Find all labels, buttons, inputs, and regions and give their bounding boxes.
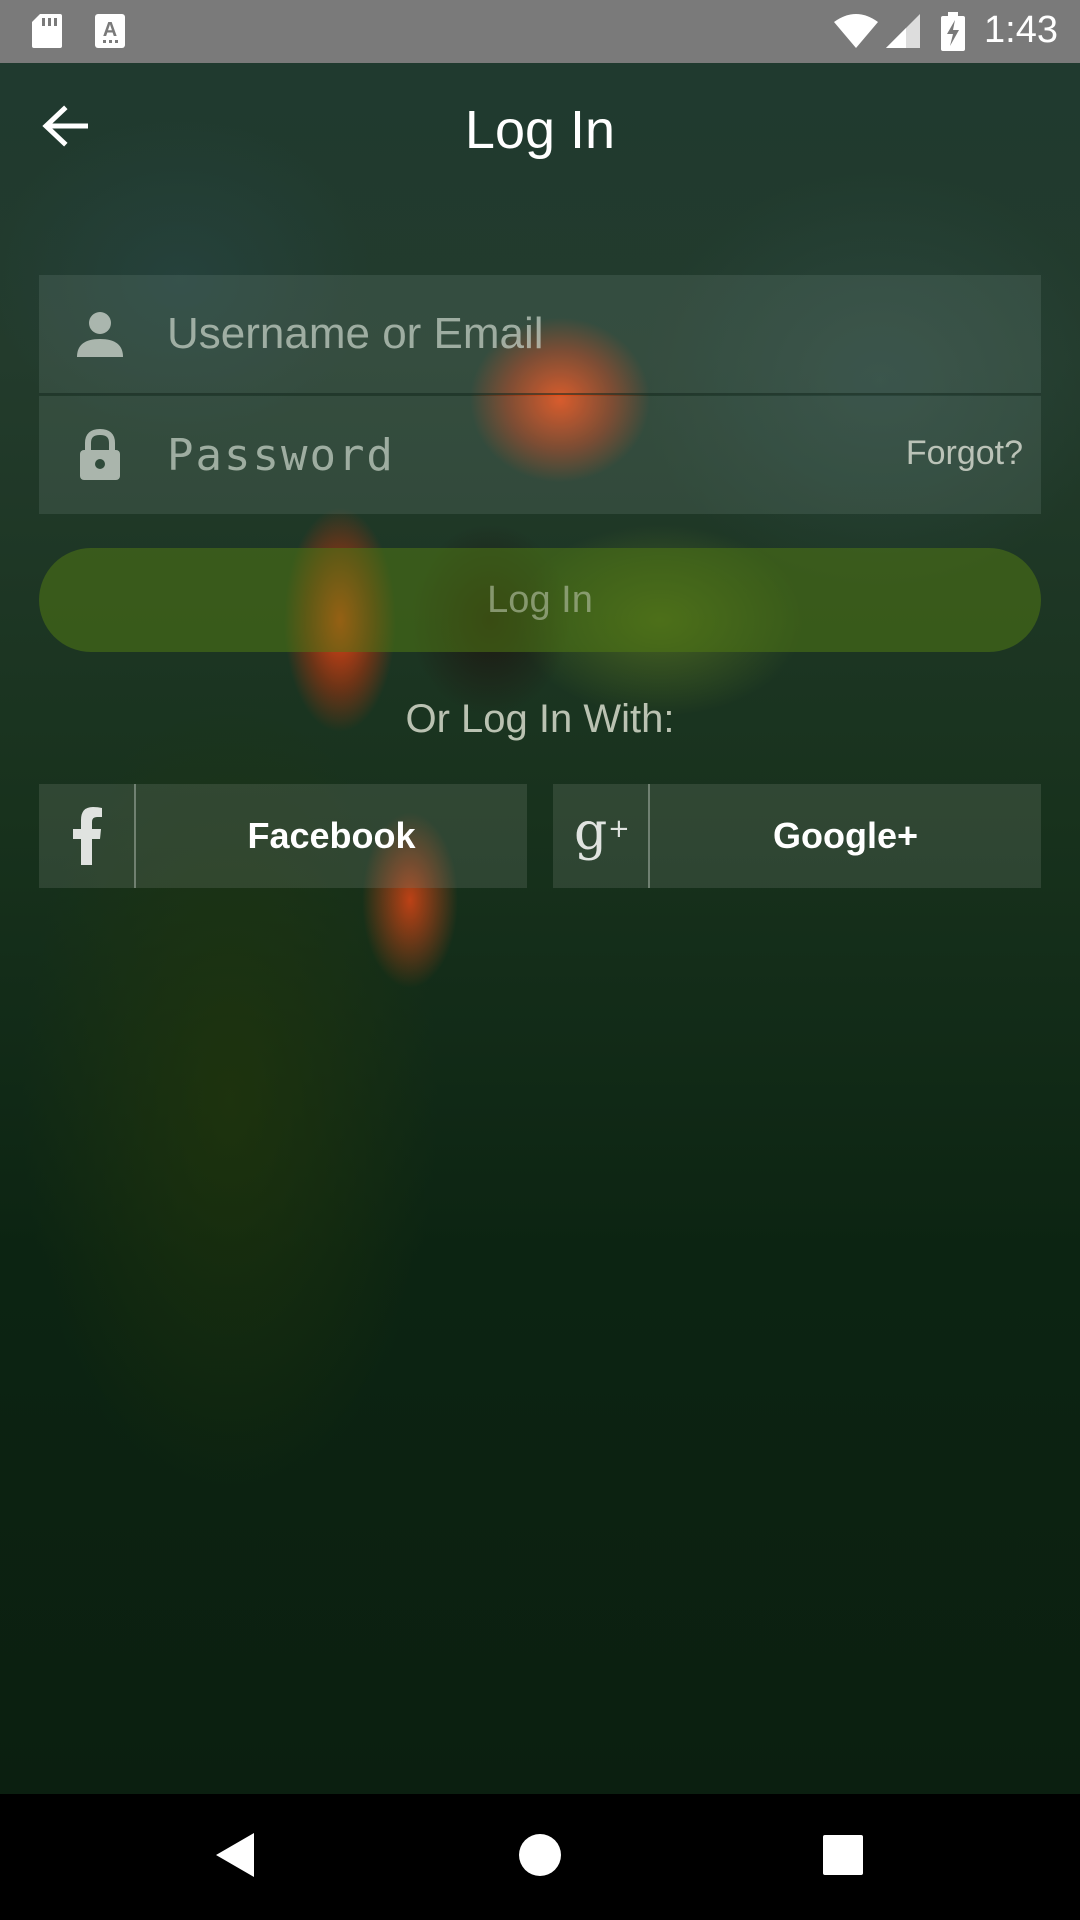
system-nav-bar xyxy=(0,1794,1080,1920)
svg-text:A: A xyxy=(103,19,117,41)
svg-text:+: + xyxy=(608,814,630,844)
google-plus-label: Google+ xyxy=(772,815,919,856)
facebook-login-button[interactable]: Facebook xyxy=(39,784,527,888)
battery-charging-icon xyxy=(940,12,966,51)
nav-recents-button[interactable] xyxy=(810,1824,876,1890)
blurred-background xyxy=(0,0,1080,1794)
login-button[interactable]: Log In xyxy=(39,548,1041,652)
password-input[interactable] xyxy=(157,396,877,514)
nav-back-button[interactable] xyxy=(203,1824,269,1890)
recents-square-icon xyxy=(822,1834,864,1881)
username-field[interactable] xyxy=(39,275,1041,395)
password-field[interactable]: Forgot? xyxy=(39,396,1041,514)
svg-text:g: g xyxy=(574,805,607,862)
social-login-label: Or Log In With: xyxy=(405,697,675,741)
lock-icon xyxy=(73,428,127,482)
home-circle-icon xyxy=(518,1833,562,1882)
app-toolbar: Log In xyxy=(0,63,1080,198)
back-triangle-icon xyxy=(214,1831,258,1884)
login-screen: A 1:43 Log In Forgot? xyxy=(0,0,1080,1920)
google-plus-icon: g + xyxy=(553,784,650,888)
forgot-password-link[interactable]: Forgot? xyxy=(906,434,1023,473)
facebook-icon xyxy=(39,784,136,888)
google-plus-login-button[interactable]: g + Google+ xyxy=(553,784,1041,888)
nav-home-button[interactable] xyxy=(507,1824,573,1890)
person-icon xyxy=(73,307,127,361)
facebook-label: Facebook xyxy=(247,815,416,856)
keyboard-a-icon: A xyxy=(93,12,127,50)
clock: 1:43 xyxy=(984,9,1058,51)
wifi-icon xyxy=(833,12,879,50)
signal-icon xyxy=(884,12,922,50)
status-bar: A 1:43 xyxy=(0,0,1080,63)
username-input[interactable] xyxy=(157,275,1037,393)
sd-card-icon xyxy=(30,12,64,50)
page-title: Log In xyxy=(464,100,616,160)
